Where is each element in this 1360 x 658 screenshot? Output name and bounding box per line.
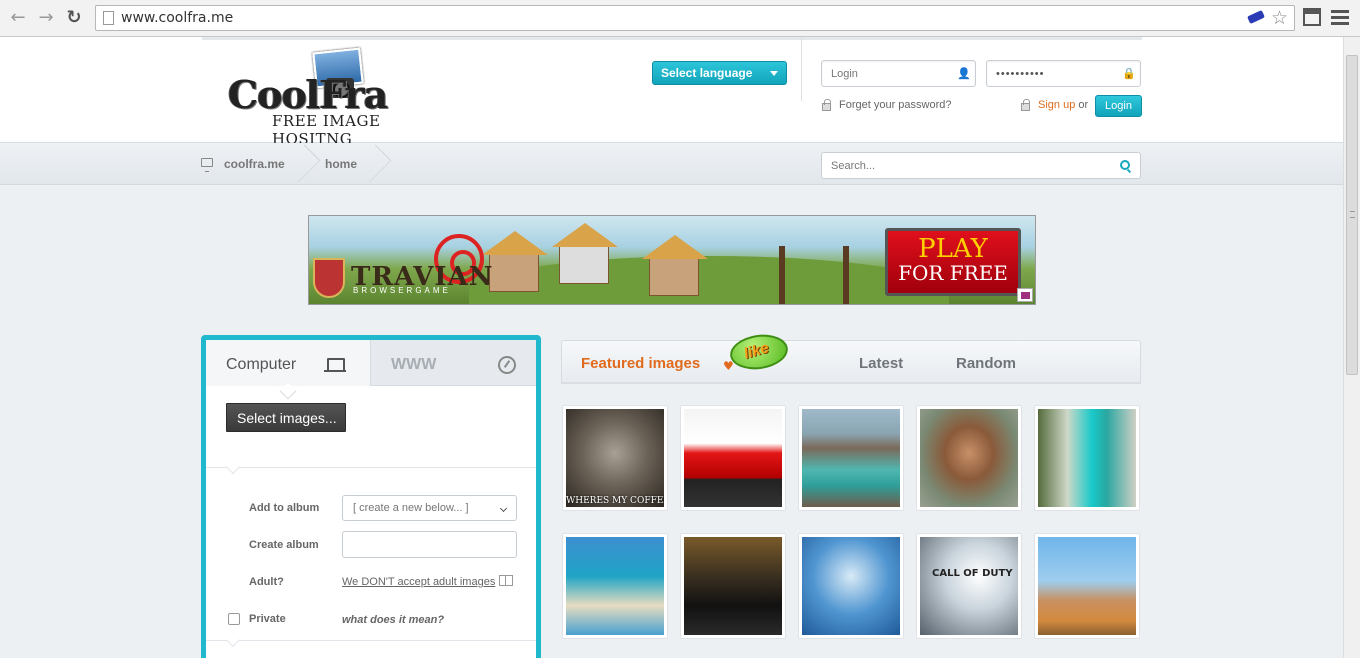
- private-checkbox[interactable]: [228, 613, 240, 625]
- beach-image: [566, 537, 664, 635]
- coastal-town-image: [1038, 537, 1136, 635]
- ad-house-image: [482, 231, 548, 292]
- like-badge-text: like: [741, 339, 771, 363]
- login-field[interactable]: Login 👤: [821, 60, 976, 87]
- signup-link[interactable]: Sign up: [1038, 99, 1075, 111]
- featured-tabs: Featured images ♥ like Latest Random: [561, 331, 1141, 384]
- adult-policy-link[interactable]: We DON'T accept adult images: [342, 576, 495, 588]
- laptop-icon: [324, 358, 346, 372]
- tab-featured-images[interactable]: Featured images: [581, 355, 700, 372]
- tab-latest[interactable]: Latest: [859, 355, 903, 372]
- signup-or: or: [1078, 99, 1089, 111]
- ad-tower-image: [779, 246, 849, 304]
- crater-lake-image: [802, 409, 900, 507]
- tab-computer-label: Computer: [226, 356, 297, 373]
- breadcrumb: coolfra.me home: [0, 143, 1343, 185]
- thumbnail-red-mustang[interactable]: [680, 405, 786, 511]
- tab-random[interactable]: Random: [956, 355, 1016, 372]
- vertical-scrollbar[interactable]: [1343, 37, 1360, 658]
- thumbnail-cat[interactable]: WHERES MY COFFEE: [562, 405, 668, 511]
- play-for-free-button[interactable]: PLAY FOR FREE: [885, 228, 1021, 296]
- breadcrumb-site[interactable]: coolfra.me: [224, 157, 285, 171]
- red-car-image: [684, 409, 782, 507]
- thumbnail-call-of-duty[interactable]: CALL OF DUTY: [916, 533, 1022, 639]
- create-album-label: Create album: [249, 539, 319, 551]
- canyon-river-image: [1038, 409, 1136, 507]
- password-field[interactable]: •••••••••• 🔒: [986, 60, 1141, 87]
- page-icon: [103, 11, 114, 25]
- album-select-value: [ create a new below... ]: [353, 502, 469, 514]
- url-text[interactable]: www.coolfra.me: [121, 10, 233, 26]
- compass-icon[interactable]: [498, 356, 516, 374]
- user-icon: 👤: [957, 67, 971, 80]
- select-language-label: Select language: [661, 66, 753, 80]
- tab-computer[interactable]: Computer: [206, 340, 371, 386]
- extension-icon[interactable]: [1247, 9, 1265, 25]
- scrollbar-thumb[interactable]: [1346, 55, 1358, 375]
- thumbnail-crater-lake[interactable]: [798, 405, 904, 511]
- thumbnail-beach[interactable]: [562, 533, 668, 639]
- thumbnail-caption: WHERES MY COFFEE: [566, 496, 664, 506]
- upload-panel: Computer WWW Select images... Add to alb…: [201, 335, 541, 658]
- ad-house-image: [642, 235, 708, 296]
- forgot-lock-icon: [822, 99, 831, 111]
- signup-text: Sign up or: [1038, 99, 1088, 111]
- woman-image: [920, 409, 1018, 507]
- thumbnail-canyon-river[interactable]: [1034, 405, 1140, 511]
- chevron-down-icon: [499, 504, 508, 513]
- ad-banner[interactable]: TRAVIAN BROWSERGAME PLAY FOR FREE: [308, 215, 1036, 305]
- like-badge: like: [727, 331, 791, 373]
- signup-lock-icon: [1021, 99, 1030, 111]
- book-icon: [499, 575, 513, 586]
- shield-icon: [313, 258, 345, 298]
- private-label: Private: [249, 613, 286, 625]
- ufo-plane-image: [802, 537, 900, 635]
- ad-brand-sub: BROWSERGAME: [353, 286, 451, 295]
- password-value: ••••••••••: [996, 68, 1045, 80]
- forgot-password-link[interactable]: Forget your password?: [839, 99, 952, 111]
- search-input[interactable]: Search...: [821, 152, 1141, 179]
- thumbnail-woman[interactable]: [916, 405, 1022, 511]
- ad-choices-icon[interactable]: [1017, 288, 1033, 302]
- ad-cta-line1: PLAY: [918, 234, 988, 264]
- select-images-button[interactable]: Select images...: [226, 403, 346, 432]
- private-help-link[interactable]: what does it mean?: [342, 614, 444, 626]
- bookmark-star-icon[interactable]: ☆: [1271, 7, 1288, 29]
- lock-icon: 🔒: [1122, 67, 1137, 80]
- monitor-icon: [201, 158, 213, 172]
- login-button[interactable]: Login: [1095, 95, 1142, 117]
- back-arrow-icon[interactable]: ←: [8, 8, 28, 28]
- ad-cta-line2: FOR FREE: [898, 261, 1008, 285]
- address-bar[interactable]: www.coolfra.me ☆: [95, 5, 1295, 31]
- cat-image: WHERES MY COFFEE: [566, 409, 664, 507]
- adult-label: Adult?: [249, 576, 284, 588]
- album-select[interactable]: [ create a new below... ]: [342, 495, 517, 521]
- breadcrumb-home[interactable]: home: [325, 157, 357, 171]
- site-header: CoolFra FREE IMAGE HOSITNG Select langua…: [0, 37, 1343, 148]
- thumbnail-black-mustang[interactable]: [680, 533, 786, 639]
- window-icon[interactable]: [1303, 8, 1321, 26]
- black-car-image: [684, 537, 782, 635]
- reload-icon[interactable]: ↻: [64, 8, 84, 28]
- add-to-album-label: Add to album: [249, 502, 320, 514]
- create-album-input[interactable]: [342, 531, 517, 558]
- search-icon[interactable]: [1120, 160, 1130, 170]
- logo-title: CoolFra: [228, 72, 388, 117]
- ad-house-image: [552, 223, 618, 284]
- forward-arrow-icon[interactable]: →: [36, 8, 56, 28]
- login-placeholder: Login: [831, 68, 858, 80]
- select-language-button[interactable]: Select language: [652, 61, 787, 85]
- thumbnail-ufo-plane[interactable]: [798, 533, 904, 639]
- upload-tabs: Computer WWW: [206, 340, 536, 386]
- tab-www[interactable]: WWW: [391, 356, 436, 374]
- chevron-down-icon: [770, 71, 778, 76]
- menu-icon[interactable]: [1331, 10, 1349, 28]
- call-of-duty-image: CALL OF DUTY: [920, 537, 1018, 635]
- thumbnail-title: CALL OF DUTY: [932, 568, 1013, 579]
- search-placeholder: Search...: [831, 160, 876, 172]
- thumbnail-coastal-town[interactable]: [1034, 533, 1140, 639]
- browser-toolbar: ← → ↻ www.coolfra.me ☆: [0, 0, 1360, 37]
- site-logo[interactable]: CoolFra FREE IMAGE HOSITNG: [222, 47, 454, 148]
